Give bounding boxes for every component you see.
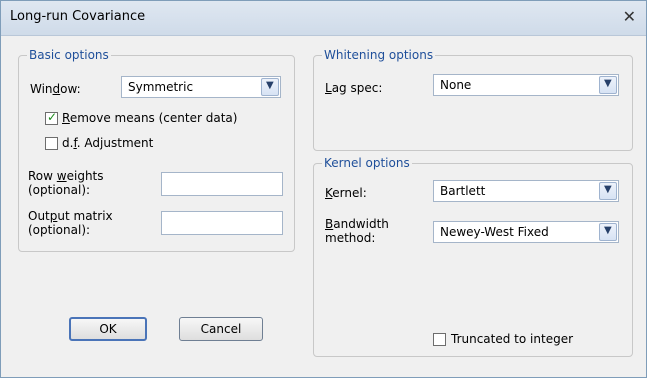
window-dropdown-value: Symmetric	[128, 80, 194, 94]
remove-means-label[interactable]: Remove means (center data)	[62, 111, 237, 125]
output-matrix-input[interactable]	[161, 211, 283, 235]
output-matrix-label: Output matrix (optional):	[28, 209, 113, 237]
truncated-label[interactable]: Truncated to integer	[451, 332, 573, 346]
lag-spec-value: None	[440, 78, 472, 92]
basic-options-legend: Basic options	[27, 48, 111, 62]
dialog-title: Long-run Covariance	[10, 9, 146, 24]
chevron-down-icon[interactable]: ▼	[599, 182, 617, 200]
chevron-down-icon[interactable]: ▼	[599, 223, 617, 241]
kernel-options-group: Kernel options Kernel: Bartlett ▼ Bandwi…	[313, 156, 633, 357]
row-weights-label: Row weights (optional):	[28, 169, 104, 197]
whitening-options-group: Whitening options Lag spec: None ▼	[313, 48, 633, 151]
whitening-options-legend: Whitening options	[322, 48, 436, 62]
close-icon[interactable]: ✕	[623, 7, 636, 26]
bandwidth-method-value: Newey-West Fixed	[440, 225, 549, 239]
chevron-down-icon[interactable]: ▼	[599, 76, 617, 94]
window-label: Window:	[30, 82, 81, 96]
df-adjustment-label[interactable]: d.f. Adjustment	[62, 136, 153, 150]
kernel-label: Kernel:	[325, 186, 367, 200]
ok-button[interactable]: OK	[69, 317, 147, 341]
bandwidth-method-label: Bandwidth method:	[325, 217, 389, 245]
lag-spec-label: Lag spec:	[325, 81, 383, 95]
kernel-dropdown[interactable]: Bartlett ▼	[433, 180, 619, 202]
df-adjustment-checkbox[interactable]	[45, 137, 58, 150]
long-run-covariance-dialog: Long-run Covariance ✕ Basic options Wind…	[0, 0, 647, 378]
chevron-down-icon[interactable]: ▼	[261, 78, 279, 96]
row-weights-input[interactable]	[161, 172, 283, 196]
kernel-value: Bartlett	[440, 184, 486, 198]
bandwidth-method-dropdown[interactable]: Newey-West Fixed ▼	[433, 221, 619, 243]
window-dropdown[interactable]: Symmetric ▼	[121, 76, 281, 98]
checkmark-icon: ✓	[47, 110, 58, 124]
kernel-options-legend: Kernel options	[322, 156, 412, 170]
basic-options-group: Basic options Window: Symmetric ▼ ✓ Remo…	[18, 48, 295, 252]
cancel-button[interactable]: Cancel	[179, 317, 263, 341]
truncated-checkbox[interactable]	[433, 333, 446, 346]
lag-spec-dropdown[interactable]: None ▼	[433, 74, 619, 96]
title-bar: Long-run Covariance ✕	[1, 1, 646, 36]
remove-means-checkbox[interactable]: ✓	[45, 110, 58, 125]
